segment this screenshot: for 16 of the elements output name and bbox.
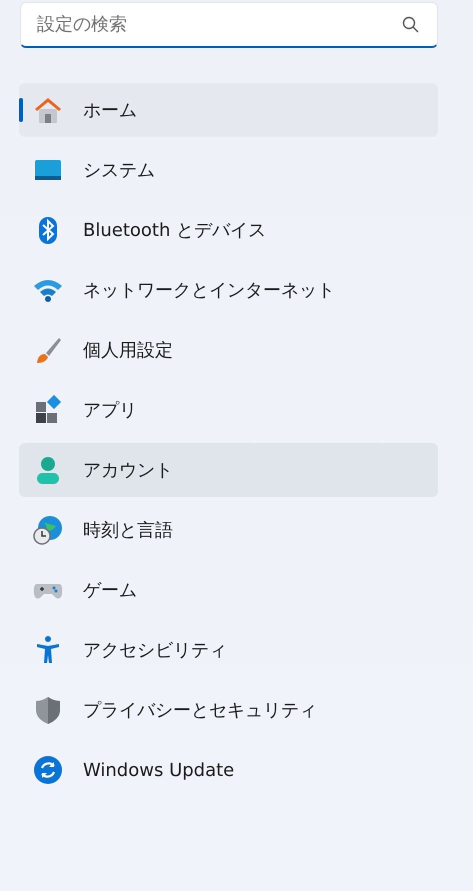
nav-item[interactable]: 時刻と言語 bbox=[19, 503, 438, 557]
nav-item[interactable]: Bluetooth とデバイス bbox=[19, 203, 438, 257]
nav-item[interactable]: ホーム bbox=[19, 83, 438, 137]
nav-item[interactable]: システム bbox=[19, 143, 438, 197]
nav-item[interactable]: アクセシビリティ bbox=[19, 623, 438, 677]
globe-clock-icon bbox=[32, 514, 64, 546]
nav-item[interactable]: Windows Update bbox=[19, 743, 438, 797]
nav-item[interactable]: ゲーム bbox=[19, 563, 438, 617]
sync-icon bbox=[32, 754, 64, 786]
search-icon[interactable] bbox=[402, 16, 420, 34]
nav-item[interactable]: アプリ bbox=[19, 383, 438, 437]
nav-item[interactable]: 個人用設定 bbox=[19, 323, 438, 377]
nav-item[interactable]: ネットワークとインターネット bbox=[19, 263, 438, 317]
nav-item[interactable]: アカウント bbox=[19, 443, 438, 497]
search-field[interactable]: 設定の検索 bbox=[20, 2, 438, 48]
nav-item[interactable]: プライバシーとセキュリティ bbox=[19, 683, 438, 737]
